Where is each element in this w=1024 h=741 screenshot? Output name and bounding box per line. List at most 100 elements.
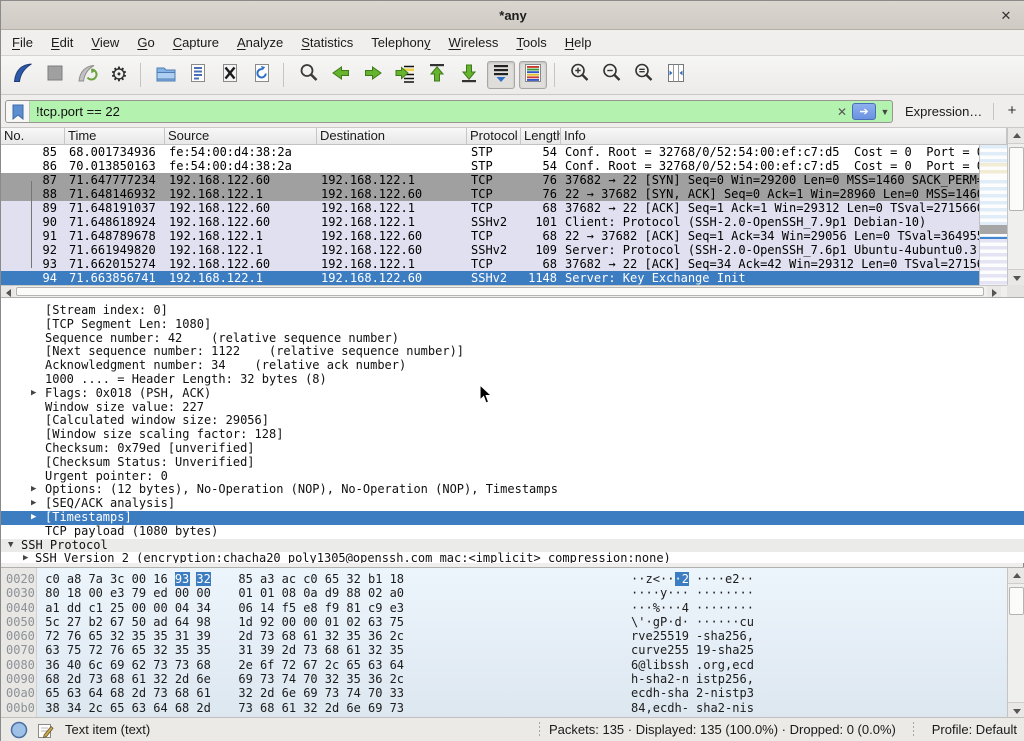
hex-byte[interactable]: 39: [260, 643, 275, 657]
ascii-char[interactable]: i: [653, 658, 660, 672]
menu-view[interactable]: View: [82, 30, 128, 55]
hex-byte[interactable]: 36: [368, 629, 383, 643]
hex-byte[interactable]: 1d: [238, 615, 253, 629]
next-packet-button[interactable]: [359, 61, 387, 89]
detail-row[interactable]: [Window size scaling factor: 128]: [1, 428, 1024, 442]
ascii-char[interactable]: @: [638, 658, 645, 672]
ascii-char[interactable]: ·: [631, 601, 638, 615]
detail-row[interactable]: 1000 .... = Header Length: 32 bytes (8): [1, 373, 1024, 387]
ascii-char[interactable]: h: [711, 629, 718, 643]
first-packet-button[interactable]: [423, 61, 451, 89]
save-file-button[interactable]: [184, 61, 212, 89]
column-header-no[interactable]: No.: [1, 128, 65, 144]
tree-collapsed-icon[interactable]: ▶: [31, 497, 36, 511]
ascii-char[interactable]: -: [725, 701, 732, 715]
hex-byte[interactable]: 64: [389, 658, 404, 672]
hex-byte[interactable]: 32: [325, 629, 340, 643]
hex-byte[interactable]: 18: [67, 586, 82, 600]
hex-byte[interactable]: f9: [325, 601, 340, 615]
ascii-char[interactable]: u: [638, 643, 645, 657]
ascii-char[interactable]: s: [725, 686, 732, 700]
hex-byte[interactable]: 18: [389, 572, 404, 586]
ascii-char[interactable]: 6: [631, 658, 638, 672]
ascii-char[interactable]: P: [660, 615, 667, 629]
ascii-char[interactable]: ·: [696, 572, 703, 586]
hex-byte[interactable]: 65: [45, 686, 60, 700]
ascii-char[interactable]: ·: [682, 586, 689, 600]
hex-vscrollbar[interactable]: [1007, 568, 1024, 717]
menu-help[interactable]: Help: [556, 30, 601, 55]
scroll-right-icon[interactable]: [987, 286, 1001, 297]
ascii-char[interactable]: 1: [675, 629, 682, 643]
scroll-left-icon[interactable]: [1, 286, 15, 297]
ascii-char[interactable]: <: [653, 572, 660, 586]
scroll-up-icon[interactable]: [1008, 128, 1024, 144]
ascii-char[interactable]: y: [660, 586, 667, 600]
open-file-button[interactable]: [152, 61, 180, 89]
ascii-char[interactable]: a: [718, 629, 725, 643]
menu-telephony[interactable]: Telephony: [362, 30, 439, 55]
ascii-char[interactable]: s: [747, 701, 754, 715]
ascii-char[interactable]: ·: [718, 615, 725, 629]
hex-byte[interactable]: a1: [45, 601, 60, 615]
restart-capture-button[interactable]: [73, 61, 101, 89]
hex-byte[interactable]: 2d: [175, 672, 190, 686]
ascii-char[interactable]: ·: [631, 572, 638, 586]
ascii-char[interactable]: 1: [696, 643, 703, 657]
hex-byte[interactable]: 35: [153, 629, 168, 643]
hex-byte[interactable]: 01: [325, 615, 340, 629]
ascii-char[interactable]: p: [718, 672, 725, 686]
hex-byte[interactable]: 2d: [67, 672, 82, 686]
hex-byte[interactable]: 08: [281, 586, 296, 600]
ascii-char[interactable]: n: [732, 701, 739, 715]
detail-row[interactable]: ▶Flags: 0x018 (PSH, ACK): [1, 387, 1024, 401]
add-filter-button[interactable]: +: [1003, 99, 1021, 122]
ascii-char[interactable]: ·: [732, 615, 739, 629]
ascii-char[interactable]: 5: [667, 629, 674, 643]
hex-byte[interactable]: 2d: [260, 686, 275, 700]
last-packet-button[interactable]: [455, 61, 483, 89]
ascii-char[interactable]: -: [660, 686, 667, 700]
hex-byte[interactable]: 32: [110, 629, 125, 643]
ascii-char[interactable]: i: [696, 672, 703, 686]
ascii-char[interactable]: \: [631, 615, 638, 629]
hex-byte[interactable]: 00: [131, 601, 146, 615]
hex-byte[interactable]: 6e: [346, 701, 361, 715]
find-packet-button[interactable]: [295, 61, 323, 89]
hex-byte[interactable]: 73: [260, 629, 275, 643]
packet-row[interactable]: 8670.013850163fe:54:00:d4:38:2aSTP54Conf…: [1, 159, 1007, 173]
hex-byte[interactable]: b1: [368, 572, 383, 586]
ascii-char[interactable]: 3: [747, 686, 754, 700]
ascii-char[interactable]: s: [646, 672, 653, 686]
ascii-char[interactable]: 2: [667, 643, 674, 657]
hex-byte[interactable]: 35: [196, 643, 211, 657]
hex-byte[interactable]: 69: [238, 672, 253, 686]
ascii-char[interactable]: n: [711, 686, 718, 700]
hex-byte[interactable]: 06: [238, 601, 253, 615]
hex-byte[interactable]: 32: [303, 701, 318, 715]
ascii-char[interactable]: ·: [718, 601, 725, 615]
ascii-char[interactable]: ·: [703, 615, 710, 629]
hex-byte[interactable]: 73: [303, 643, 318, 657]
hex-byte[interactable]: 32: [153, 643, 168, 657]
ascii-char[interactable]: h: [631, 672, 638, 686]
ascii-char[interactable]: ·: [703, 601, 710, 615]
ascii-char[interactable]: e: [631, 686, 638, 700]
ascii-char[interactable]: s: [703, 629, 710, 643]
ascii-char[interactable]: 2: [653, 629, 660, 643]
ascii-char[interactable]: ,: [646, 701, 653, 715]
hex-byte[interactable]: 92: [260, 615, 275, 629]
ascii-char[interactable]: ·: [725, 615, 732, 629]
ascii-char[interactable]: t: [711, 672, 718, 686]
menu-go[interactable]: Go: [128, 30, 163, 55]
ascii-char[interactable]: ·: [660, 601, 667, 615]
hex-byte[interactable]: 7a: [88, 572, 103, 586]
ascii-char[interactable]: ·: [711, 586, 718, 600]
detail-row[interactable]: TCP payload (1080 bytes): [1, 525, 1024, 539]
tree-collapsed-icon[interactable]: ▶: [31, 483, 36, 497]
hex-byte[interactable]: 68: [175, 701, 190, 715]
hex-byte[interactable]: 2d: [196, 701, 211, 715]
detail-row[interactable]: ▶[SEQ/ACK analysis]: [1, 497, 1024, 511]
tree-collapsed-icon[interactable]: ▶: [31, 511, 36, 525]
ascii-char[interactable]: s: [675, 658, 682, 672]
